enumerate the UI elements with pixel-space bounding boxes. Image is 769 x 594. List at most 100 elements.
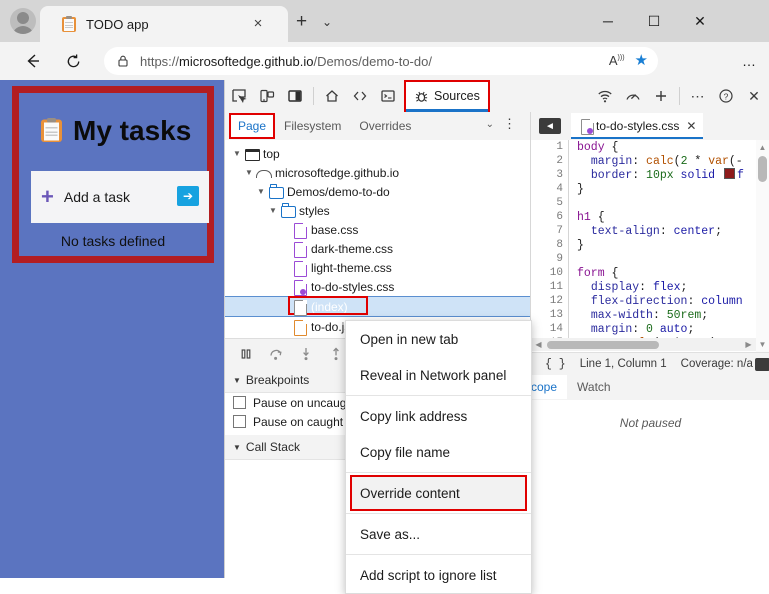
folder-icon bbox=[279, 203, 295, 219]
tree-item-index[interactable]: (index) bbox=[225, 296, 530, 317]
tab-sources[interactable]: Sources bbox=[404, 80, 490, 112]
close-file-icon[interactable]: ✕ bbox=[686, 119, 696, 133]
scrollbar-thumb[interactable] bbox=[547, 341, 659, 349]
collapse-arrow-icon[interactable]: ▼ bbox=[233, 376, 241, 385]
file-tree: ▼ top ▼ microsoftedge.github.io ▼ bbox=[225, 140, 530, 342]
scroll-left-icon[interactable]: ◀ bbox=[533, 339, 544, 350]
favorite-icon[interactable]: ★ bbox=[635, 51, 648, 69]
arrow-right-icon[interactable]: ➔ bbox=[177, 186, 199, 206]
new-tab-button[interactable]: + bbox=[296, 12, 307, 31]
editor-horizontal-scrollbar[interactable]: ◀ ▶ bbox=[531, 338, 756, 351]
tree-item-folder-demos[interactable]: ▼ Demos/demo-to-do bbox=[225, 182, 530, 201]
menu-item-open-in-new-tab[interactable]: Open in new tab bbox=[346, 321, 531, 357]
avatar[interactable] bbox=[10, 8, 36, 34]
cursor-position: Line 1, Column 1 bbox=[580, 358, 667, 370]
code-text: text-align: center; bbox=[577, 225, 722, 238]
scroll-right-icon[interactable]: ▶ bbox=[743, 339, 754, 350]
menu-item-reveal-in-network-panel[interactable]: Reveal in Network panel bbox=[346, 357, 531, 393]
tree-item-top[interactable]: ▼ top bbox=[225, 144, 530, 163]
navigation-bar: https://microsoftedge.github.io/Demos/de… bbox=[0, 42, 769, 80]
checkbox[interactable] bbox=[233, 396, 246, 409]
code-text: flex-direction: column bbox=[577, 295, 743, 308]
tree-item-label: microsoftedge.github.io bbox=[275, 166, 399, 180]
read-aloud-icon[interactable]: A))) bbox=[609, 53, 625, 68]
dock-side-icon[interactable] bbox=[281, 80, 309, 112]
refresh-icon[interactable] bbox=[56, 42, 90, 80]
tree-item-folder-styles[interactable]: ▼ styles bbox=[225, 201, 530, 220]
back-icon[interactable] bbox=[16, 42, 50, 80]
help-icon[interactable]: ? bbox=[712, 80, 740, 112]
expand-arrow-icon[interactable]: ▼ bbox=[255, 187, 267, 196]
call-stack-title: Call Stack bbox=[246, 440, 300, 454]
tree-item-label: light-theme.css bbox=[311, 261, 392, 275]
gutter-divider bbox=[568, 294, 569, 308]
close-window-button[interactable]: ✕ bbox=[677, 0, 723, 42]
expand-arrow-icon[interactable]: ▼ bbox=[231, 149, 243, 158]
add-task-input[interactable]: Add a task bbox=[64, 189, 130, 205]
gutter-divider bbox=[568, 280, 569, 294]
open-file-tab[interactable]: to-do-styles.css ✕ bbox=[571, 113, 703, 139]
menu-separator bbox=[346, 472, 531, 473]
tree-item-to-do-styles-css[interactable]: to-do-styles.css bbox=[225, 277, 530, 296]
tab-watch[interactable]: Watch bbox=[567, 375, 621, 399]
menu-item-override-content[interactable]: Override content bbox=[350, 475, 527, 511]
tree-item-label: base.css bbox=[311, 223, 358, 237]
expand-arrow-icon[interactable]: ▼ bbox=[243, 168, 255, 177]
close-tab-icon[interactable]: × bbox=[250, 16, 266, 32]
line-number: 11 bbox=[531, 281, 568, 293]
tree-item-base-css[interactable]: base.css bbox=[225, 220, 530, 239]
add-task-row[interactable]: + Add a task ➔ bbox=[31, 171, 209, 223]
pause-script-icon[interactable] bbox=[231, 339, 261, 369]
tab-page[interactable]: Page bbox=[229, 113, 275, 139]
code-editor[interactable]: 1body {2 margin: calc(2 * var(-3 border:… bbox=[531, 140, 769, 352]
line-number: 13 bbox=[531, 309, 568, 321]
scope-empty-text: Not paused bbox=[531, 400, 769, 430]
add-panel-icon[interactable] bbox=[647, 80, 675, 112]
chevron-down-icon[interactable]: ⌄ bbox=[322, 15, 332, 29]
menu-item-save-as[interactable]: Save as... bbox=[346, 516, 531, 552]
performance-icon[interactable] bbox=[619, 80, 647, 112]
home-icon[interactable] bbox=[318, 80, 346, 112]
more-tools-icon[interactable]: ⋯ bbox=[684, 80, 712, 112]
tree-item-dark-theme-css[interactable]: dark-theme.css bbox=[225, 239, 530, 258]
maximize-button[interactable]: ☐ bbox=[631, 0, 677, 42]
elements-icon[interactable] bbox=[346, 80, 374, 112]
code-line: 8} bbox=[531, 238, 769, 252]
collapse-arrow-icon[interactable]: ▼ bbox=[233, 443, 241, 452]
empty-state-text: No tasks defined bbox=[19, 233, 207, 249]
chevron-down-icon[interactable]: ⌄ bbox=[486, 119, 494, 130]
menu-item-copy-link-address[interactable]: Copy link address bbox=[346, 398, 531, 434]
menu-item-add-script-to-ignore-list[interactable]: Add script to ignore list bbox=[346, 557, 531, 593]
color-swatch[interactable] bbox=[724, 168, 735, 179]
show-navigator-icon[interactable]: ◄ bbox=[539, 118, 561, 134]
menu-item-copy-file-name[interactable]: Copy file name bbox=[346, 434, 531, 470]
browser-settings-icon[interactable]: … bbox=[742, 53, 757, 69]
editor-vertical-scrollbar[interactable]: ▲ ▼ bbox=[756, 140, 769, 352]
console-icon[interactable] bbox=[374, 80, 402, 112]
scroll-up-icon[interactable]: ▲ bbox=[757, 142, 768, 153]
network-icon[interactable] bbox=[591, 80, 619, 112]
code-line: 9 bbox=[531, 252, 769, 266]
step-over-icon[interactable] bbox=[261, 339, 291, 369]
navigator-menu-icon[interactable]: ⋮ bbox=[503, 117, 516, 130]
tab-overrides[interactable]: Overrides bbox=[350, 115, 420, 137]
coverage-icon[interactable] bbox=[755, 358, 769, 371]
address-bar[interactable]: https://microsoftedge.github.io/Demos/de… bbox=[104, 47, 658, 75]
inspect-element-icon[interactable] bbox=[225, 80, 253, 112]
scroll-down-icon[interactable]: ▼ bbox=[757, 339, 768, 350]
device-emulation-icon[interactable] bbox=[253, 80, 281, 112]
step-into-icon[interactable] bbox=[291, 339, 321, 369]
minimize-button[interactable]: ─ bbox=[585, 0, 631, 42]
code-line: 12 flex-direction: column bbox=[531, 294, 769, 308]
close-devtools-icon[interactable]: ✕ bbox=[740, 80, 768, 112]
scrollbar-thumb[interactable] bbox=[758, 156, 767, 182]
browser-tab[interactable]: TODO app × bbox=[40, 6, 288, 42]
tree-item-light-theme-css[interactable]: light-theme.css bbox=[225, 258, 530, 277]
format-code-icon[interactable]: { } bbox=[545, 358, 566, 371]
checkbox[interactable] bbox=[233, 415, 246, 428]
js-file-icon bbox=[291, 319, 307, 335]
tree-item-origin[interactable]: ▼ microsoftedge.github.io bbox=[225, 163, 530, 182]
svg-text:?: ? bbox=[724, 91, 729, 101]
tab-filesystem[interactable]: Filesystem bbox=[275, 115, 350, 137]
expand-arrow-icon[interactable]: ▼ bbox=[267, 206, 279, 215]
